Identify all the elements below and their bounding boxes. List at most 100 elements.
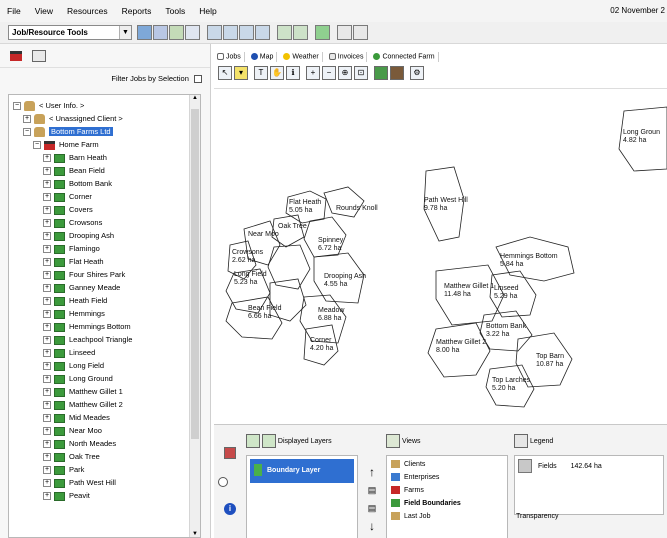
expand-icon[interactable]: + xyxy=(43,180,51,189)
tree-field-item[interactable]: + Flamingo xyxy=(13,242,198,255)
remove-layer-icon[interactable] xyxy=(261,434,276,449)
tree-field-item[interactable]: + Hemmings Bottom xyxy=(13,320,198,333)
tree-field-item[interactable]: + Four Shires Park xyxy=(13,268,198,281)
expand-icon[interactable]: + xyxy=(43,219,51,228)
zoom-in-icon[interactable]: + xyxy=(306,66,320,80)
collapse-icon[interactable]: − xyxy=(13,102,21,111)
map-image-icon[interactable] xyxy=(374,66,388,80)
tree-field-item[interactable]: + Mid Meades xyxy=(13,411,198,424)
tree-field-item[interactable]: + Crowsons xyxy=(13,216,198,229)
view-item-last-job[interactable]: Last Job xyxy=(391,510,503,523)
tree-field-item[interactable]: + Drooping Ash xyxy=(13,229,198,242)
window-icon[interactable] xyxy=(353,25,368,40)
expand-icon[interactable]: + xyxy=(43,336,51,345)
tree-node-unassigned[interactable]: + < Unassigned Client > xyxy=(13,112,198,125)
chevron-down-icon[interactable]: ▼ xyxy=(119,26,131,39)
tree-field-item[interactable]: + Ganney Meade xyxy=(13,281,198,294)
move-up-icon[interactable]: ↑ xyxy=(362,463,382,481)
identify-icon[interactable]: ℹ xyxy=(286,66,300,80)
layers-list[interactable]: Boundary Layer xyxy=(246,455,358,538)
tree-field-item[interactable]: + Flat Heath xyxy=(13,255,198,268)
expand-icon[interactable]: + xyxy=(43,245,51,254)
add-layer-icon[interactable] xyxy=(246,434,260,449)
add-job-icon[interactable] xyxy=(137,25,152,40)
menu-reports[interactable]: Reports xyxy=(115,6,159,16)
expand-icon[interactable]: + xyxy=(43,479,51,488)
tree-field-item[interactable]: + Corner xyxy=(13,190,198,203)
tree-field-item[interactable]: + Barn Heath xyxy=(13,151,198,164)
tree-field-item[interactable]: + Heath Field xyxy=(13,294,198,307)
expand-icon[interactable]: + xyxy=(23,115,31,124)
collapse-icon[interactable]: − xyxy=(33,141,41,150)
copy-icon[interactable] xyxy=(207,25,222,40)
expand-icon[interactable]: + xyxy=(43,453,51,462)
tree-field-item[interactable]: + Bean Field xyxy=(13,164,198,177)
chart-icon[interactable] xyxy=(277,25,292,40)
tree-field-item[interactable]: + Peavit xyxy=(13,489,198,502)
legend-list[interactable]: Fields 142.64 ha xyxy=(514,455,664,515)
views-list[interactable]: Clients Enterprises Farms Field Boundari… xyxy=(386,455,508,538)
expand-icon[interactable]: + xyxy=(43,167,51,176)
tree-field-item[interactable]: + Park xyxy=(13,463,198,476)
layer-move-icon[interactable]: ▤ xyxy=(362,481,382,499)
tree-field-item[interactable]: + Leachpool Triangle xyxy=(13,333,198,346)
field-grid-icon[interactable] xyxy=(32,49,46,62)
expand-icon[interactable]: + xyxy=(43,388,51,397)
tree-field-item[interactable]: + Path West Hill xyxy=(13,476,198,489)
expand-icon[interactable]: + xyxy=(43,271,51,280)
legend-icon[interactable] xyxy=(514,434,528,449)
paste-icon[interactable] xyxy=(223,25,238,40)
tree-field-item[interactable]: + Long Field xyxy=(13,359,198,372)
tree-field-item[interactable]: + North Meades xyxy=(13,437,198,450)
text-tool-icon[interactable]: T xyxy=(254,66,268,80)
tree-field-item[interactable]: + Matthew Gillet 2 xyxy=(13,398,198,411)
tool-selector-dropdown[interactable]: Job/Resource Tools ▼ xyxy=(8,25,132,40)
expand-icon[interactable]: + xyxy=(43,154,51,163)
expand-icon[interactable]: + xyxy=(43,193,51,202)
menu-tools[interactable]: Tools xyxy=(158,6,192,16)
layer-stack-icon[interactable] xyxy=(224,447,236,459)
radio-icon[interactable] xyxy=(218,477,228,487)
expand-icon[interactable]: + xyxy=(43,323,51,332)
expand-icon[interactable]: + xyxy=(43,375,51,384)
tree-field-item[interactable]: + Hemmings xyxy=(13,307,198,320)
expand-icon[interactable]: + xyxy=(43,349,51,358)
tree-scrollbar[interactable]: ▲ ▼ xyxy=(189,95,200,537)
layer-reorder-icon[interactable]: ▤ xyxy=(362,499,382,517)
expand-icon[interactable]: + xyxy=(43,466,51,475)
zoom-extent-icon[interactable]: ⊕ xyxy=(338,66,352,80)
tree-field-item[interactable]: + Long Ground xyxy=(13,372,198,385)
info-icon[interactable]: i xyxy=(224,503,236,515)
zoom-out-icon[interactable]: − xyxy=(322,66,336,80)
expand-icon[interactable]: + xyxy=(43,362,51,371)
view-item-farms[interactable]: Farms xyxy=(391,484,503,497)
expand-icon[interactable]: + xyxy=(43,232,51,241)
tab-connected-farm[interactable]: Connected Farm xyxy=(370,52,439,62)
boundary-layer-item[interactable]: Boundary Layer xyxy=(250,459,354,483)
views-grid-icon[interactable] xyxy=(386,434,400,449)
edit-job-icon[interactable] xyxy=(153,25,168,40)
tree-field-item[interactable]: + Bottom Bank xyxy=(13,177,198,190)
save-map-icon[interactable] xyxy=(390,66,404,80)
tab-weather[interactable]: Weather xyxy=(280,52,323,62)
farm-flag-icon[interactable] xyxy=(10,50,22,61)
collapse-icon[interactable]: − xyxy=(23,128,31,137)
move-down-icon[interactable]: ↓ xyxy=(362,517,382,535)
tab-invoices[interactable]: Invoices xyxy=(326,52,368,62)
expand-icon[interactable]: + xyxy=(43,206,51,215)
menu-file[interactable]: File xyxy=(0,6,28,16)
tree-field-item[interactable]: + Matthew Gillet 1 xyxy=(13,385,198,398)
tree-field-item[interactable]: + Oak Tree xyxy=(13,450,198,463)
tree-node-client[interactable]: − Bottom Farms Ltd xyxy=(13,125,198,138)
globe-icon[interactable] xyxy=(315,25,330,40)
schedule-icon[interactable] xyxy=(185,25,200,40)
tab-map[interactable]: Map xyxy=(248,52,278,62)
tree-node-farm[interactable]: − Home Farm xyxy=(13,138,198,151)
expand-icon[interactable]: + xyxy=(43,297,51,306)
tab-jobs[interactable]: Jobs xyxy=(214,52,245,62)
job-resource-tree[interactable]: − < User Info. > + < Unassigned Client > −… xyxy=(8,94,201,538)
preview-icon[interactable] xyxy=(255,25,270,40)
tree-field-item[interactable]: + Near Moo xyxy=(13,424,198,437)
highlight-icon[interactable]: ▾ xyxy=(234,66,248,80)
map-canvas[interactable]: Long Groun 4.82 ha Path West Hill 9.78 ha … xyxy=(214,88,667,423)
